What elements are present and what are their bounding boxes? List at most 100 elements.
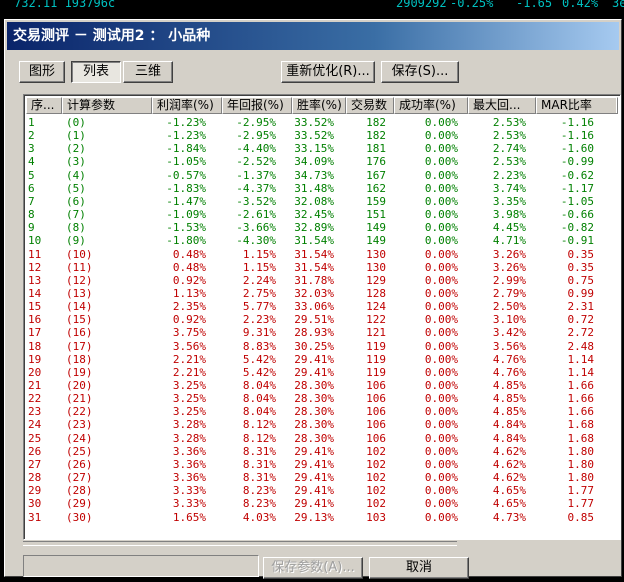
tab-3d[interactable]: 三维 (123, 61, 173, 83)
tab-list[interactable]: 列表 (71, 61, 121, 83)
table-cell: 106 (366, 418, 386, 432)
table-cell: 29.41% (294, 457, 334, 471)
col-header[interactable]: 交易数 (346, 97, 394, 114)
table-cell: 2 (28, 129, 35, 143)
table-row[interactable]: 23 (22) 3.25% 8.04% 28.30% 106 0.00% 4.85% 1.66 (26, 405, 616, 418)
table-row[interactable]: 20 (19) 2.21% 5.42% 29.41% 119 0.00% 4.76% 1.14 (26, 366, 616, 379)
table-row[interactable]: 27 (26) 3.36% 8.31% 29.41% 102 0.00% 4.62% 1.80 (26, 458, 616, 471)
table-row[interactable]: 18 (17) 3.56% 8.83% 30.25% 119 0.00% 3.56% 2.48 (26, 340, 616, 353)
table-row[interactable]: 11 (10) 0.48% 1.15% 31.54% 130 0.00% 3.26% 0.35 (26, 248, 616, 261)
table-cell: 8.31% (242, 457, 276, 471)
table-cell: -1.23% (166, 129, 206, 143)
table-row[interactable]: 6 (5) -1.83% -4.37% 31.48% 162 0.00% 3.74% -1.17 (26, 182, 616, 195)
save-params-button[interactable]: 保存参数(A)... (263, 557, 363, 579)
ticker-text: -0.25% (450, 0, 494, 10)
reoptimize-button[interactable]: 重新优化(R)... (281, 61, 375, 83)
table-cell: 162 (366, 181, 386, 195)
table-row[interactable]: 19 (18) 2.21% 5.42% 29.41% 119 0.00% 4.76% 1.14 (26, 353, 616, 366)
table-cell: 3.36% (172, 471, 206, 485)
results-list[interactable]: 序... 计算参数 利润率(%) 年回报(%) 胜率(%) 交易数 成功率(%)… (23, 94, 621, 540)
table-row[interactable]: 9 (8) -1.53% -3.66% 32.89% 149 0.00% 4.45% -0.82 (26, 221, 616, 234)
table-row[interactable]: 2 (1) -1.23% -2.95% 33.52% 182 0.00% 2.53% -1.16 (26, 129, 616, 142)
table-row[interactable]: 10 (9) -1.80% -4.30% 31.54% 149 0.00% 4.71% -0.9… (26, 234, 616, 247)
table-row[interactable]: 5 (4) -0.57% -1.37% 34.73% 167 0.00% 2.23% -0.62 (26, 169, 616, 182)
table-row[interactable]: 25 (24) 3.28% 8.12% 28.30% 106 0.00% 4.84% 1.68 (26, 432, 616, 445)
col-header[interactable]: MAR比率 (536, 97, 618, 114)
table-row[interactable]: 14 (13) 1.13% 2.75% 32.03% 128 0.00% 2.79% 0.99 (26, 287, 616, 300)
table-cell: 0.00% (424, 208, 458, 222)
table-cell: -1.05% (166, 155, 206, 169)
table-row[interactable]: 1 (0) -1.23% -2.95% 33.52% 182 0.00% 2.53% -1.16 (26, 116, 616, 129)
table-cell: 29.41% (294, 444, 334, 458)
table-cell: 3.28% (172, 418, 206, 432)
table-row[interactable]: 15 (14) 2.35% 5.77% 33.06% 124 0.00% 2.50% 2.31 (26, 300, 616, 313)
table-cell: 0.00% (424, 418, 458, 432)
col-header[interactable]: 计算参数 (62, 97, 152, 114)
table-cell: 17 (28, 326, 42, 340)
table-cell: 0.48% (172, 260, 206, 274)
table-cell: 130 (366, 247, 386, 261)
table-cell: 0.00% (424, 405, 458, 419)
table-cell: 1.68 (567, 418, 595, 432)
table-row[interactable]: 30 (29) 3.33% 8.23% 29.41% 102 0.00% 4.65% 1.77 (26, 497, 616, 510)
table-cell: (17) (66, 339, 93, 353)
table-row[interactable]: 12 (11) 0.48% 1.15% 31.54% 130 0.00% 3.26% 0.35 (26, 261, 616, 274)
table-row[interactable]: 16 (15) 0.92% 2.23% 29.51% 122 0.00% 3.10% 0.72 (26, 313, 616, 326)
table-cell: -1.60 (560, 142, 594, 156)
table-row[interactable]: 4 (3) -1.05% -2.52% 34.09% 176 0.00% 2.53% -0.99 (26, 155, 616, 168)
table-row[interactable]: 24 (23) 3.28% 8.12% 28.30% 106 0.00% 4.84% 1.68 (26, 418, 616, 431)
table-cell: 8.83% (242, 339, 276, 353)
table-row[interactable]: 29 (28) 3.33% 8.23% 29.41% 102 0.00% 4.65% 1.77 (26, 484, 616, 497)
save-button[interactable]: 保存(S)... (381, 61, 459, 83)
table-row[interactable]: 22 (21) 3.25% 8.04% 28.30% 106 0.00% 4.85% 1.66 (26, 392, 616, 405)
col-header[interactable]: 胜率(%) (292, 97, 346, 114)
table-cell: 10 (28, 234, 42, 248)
table-cell: -0.99 (560, 155, 594, 169)
table-cell: (28) (66, 484, 93, 498)
col-header[interactable]: 成功率(%) (394, 97, 468, 114)
table-cell: 5.42% (242, 365, 276, 379)
table-cell: 0.35 (567, 260, 595, 274)
table-cell: 33.06% (294, 300, 334, 314)
table-row[interactable]: 17 (16) 3.75% 9.31% 28.93% 121 0.00% 3.42% 2.72 (26, 326, 616, 339)
table-cell: 4.73% (492, 510, 526, 524)
table-cell: 0.85 (567, 510, 595, 524)
col-header[interactable]: 序... (26, 97, 62, 114)
table-row[interactable]: 21 (20) 3.25% 8.04% 28.30% 106 0.00% 4.85% 1.66 (26, 379, 616, 392)
table-cell: 32.89% (294, 221, 334, 235)
table-cell: 2.23% (242, 313, 276, 327)
table-cell: -4.30% (236, 234, 276, 248)
table-cell: 121 (366, 326, 386, 340)
table-cell: (7) (66, 208, 86, 222)
table-row[interactable]: 7 (6) -1.47% -3.52% 32.08% 159 0.00% 3.35% -1.05 (26, 195, 616, 208)
table-cell: 3.25% (172, 392, 206, 406)
table-cell: 4.84% (492, 431, 526, 445)
table-row[interactable]: 8 (7) -1.09% -2.61% 32.45% 151 0.00% 3.98% -0.66 (26, 208, 616, 221)
table-row[interactable]: 31 (30) 1.65% 4.03% 29.13% 103 0.00% 4.73% 0.85 (26, 511, 616, 524)
table-cell: 3.35% (492, 194, 526, 208)
col-header[interactable]: 最大回... (468, 97, 536, 114)
col-header[interactable]: 年回报(%) (222, 97, 292, 114)
table-cell: 1.14 (567, 365, 595, 379)
table-cell: 4.85% (492, 405, 526, 419)
table-cell: 1.65% (172, 510, 206, 524)
tab-chart[interactable]: 图形 (19, 61, 65, 83)
table-cell: (25) (66, 444, 93, 458)
table-cell: 13 (28, 273, 42, 287)
cancel-button[interactable]: 取消 (369, 557, 469, 579)
table-row[interactable]: 28 (27) 3.36% 8.31% 29.41% 102 0.00% 4.62% 1.80 (26, 471, 616, 484)
col-header[interactable]: 利润率(%) (152, 97, 222, 114)
table-cell: 0.00% (424, 247, 458, 261)
table-cell: 8.23% (242, 484, 276, 498)
table-row[interactable]: 26 (25) 3.36% 8.31% 29.41% 102 0.00% 4.62% 1.80 (26, 445, 616, 458)
table-cell: (21) (66, 392, 93, 406)
table-cell: -1.83% (166, 181, 206, 195)
dialog-titlebar[interactable]: 交易测评 － 测试用2 ： 小品种 (7, 22, 619, 50)
table-cell: 18 (28, 339, 42, 353)
table-cell: 0.48% (172, 247, 206, 261)
table-cell: 8.04% (242, 392, 276, 406)
table-row[interactable]: 3 (2) -1.84% -4.40% 33.15% 181 0.00% 2.74% -1.60 (26, 142, 616, 155)
table-cell: (18) (66, 352, 93, 366)
table-cell: 5.77% (242, 300, 276, 314)
table-row[interactable]: 13 (12) 0.92% 2.24% 31.78% 129 0.00% 2.99% 0.75 (26, 274, 616, 287)
